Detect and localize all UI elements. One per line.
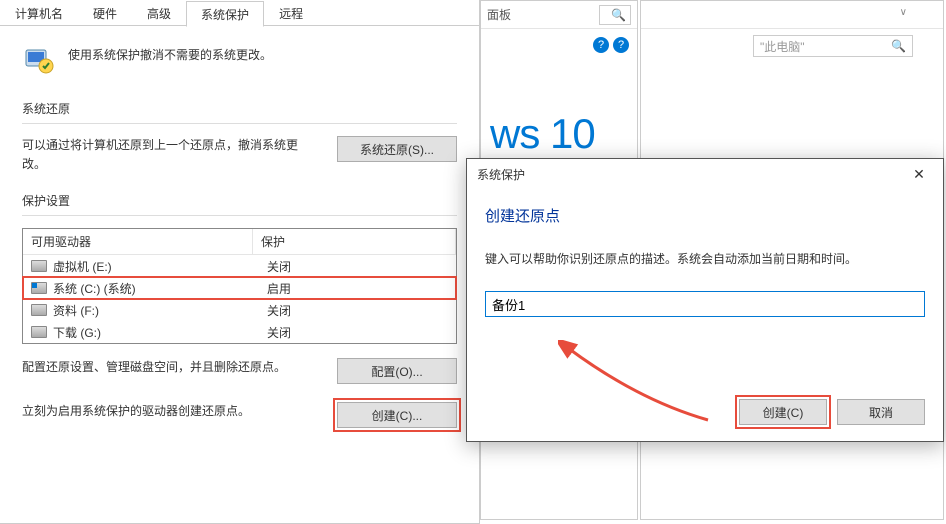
system-restore-section: 系统还原 可以通过将计算机还原到上一个还原点，撤消系统更改。 系统还原(S)..…	[22, 100, 457, 174]
drive-icon	[31, 260, 47, 272]
section-title: 保护设置	[22, 192, 457, 209]
search-icon: 🔍	[611, 8, 626, 22]
create-button[interactable]: 创建(C)	[739, 399, 827, 425]
close-button[interactable]: ✕	[905, 164, 933, 184]
system-protection-icon	[22, 44, 54, 76]
system-properties-dialog: 计算机名 硬件 高级 系统保护 远程 使用系统保护撤消不需要的系统更改。 系统还…	[0, 0, 480, 524]
tab-remote[interactable]: 远程	[264, 0, 318, 26]
windows-10-logo-fragment: ws 10	[490, 110, 595, 158]
drive-row[interactable]: 系统 (C:) (系统) 启用	[23, 277, 456, 299]
drive-name: 虚拟机 (E:)	[53, 258, 267, 275]
configure-description: 配置还原设置、管理磁盘空间，并且删除还原点。	[22, 358, 317, 377]
drive-list[interactable]: 可用驱动器 保护 虚拟机 (E:) 关闭 系统 (C:) (系统) 启用 资料 …	[22, 228, 457, 344]
drive-name: 资料 (F:)	[53, 302, 267, 319]
drive-name: 下载 (G:)	[53, 324, 267, 341]
dialog-description: 键入可以帮助你识别还原点的描述。系统会自动添加当前日期和时间。	[485, 250, 925, 267]
drive-row[interactable]: 下载 (G:) 关闭	[23, 321, 456, 343]
drive-icon	[31, 326, 47, 338]
cancel-button[interactable]: 取消	[837, 399, 925, 425]
drive-status: 关闭	[267, 302, 291, 319]
help-icon[interactable]: ?	[613, 37, 629, 53]
drive-icon	[31, 304, 47, 316]
protection-settings-section: 保护设置 可用驱动器 保护 虚拟机 (E:) 关闭 系统 (C:) (系统) 启…	[22, 192, 457, 428]
dialog-title: 系统保护	[477, 166, 525, 183]
create-restore-point-button[interactable]: 创建(C)...	[337, 402, 457, 428]
tab-strip: 计算机名 硬件 高级 系统保护 远程	[0, 0, 479, 26]
explorer-search-box[interactable]: "此电脑" 🔍	[753, 35, 913, 57]
search-box[interactable]: 🔍	[599, 5, 631, 25]
help-icons: ? ?	[593, 37, 629, 53]
configure-button[interactable]: 配置(O)...	[337, 358, 457, 384]
tab-hardware[interactable]: 硬件	[78, 0, 132, 26]
create-restore-point-dialog: 系统保护 ✕ 创建还原点 键入可以帮助你识别还原点的描述。系统会自动添加当前日期…	[466, 158, 944, 442]
search-icon: 🔍	[891, 39, 906, 53]
restore-description: 可以通过将计算机还原到上一个还原点，撤消系统更改。	[22, 136, 317, 174]
dialog-heading: 创建还原点	[485, 205, 925, 226]
drive-status: 启用	[267, 280, 291, 297]
drive-row[interactable]: 虚拟机 (E:) 关闭	[23, 255, 456, 277]
chevron-down-icon[interactable]: ∨	[900, 7, 907, 18]
intro-text: 使用系统保护撤消不需要的系统更改。	[68, 44, 272, 63]
create-description: 立刻为启用系统保护的驱动器创建还原点。	[22, 402, 317, 421]
section-title: 系统还原	[22, 100, 457, 117]
help-icon[interactable]: ?	[593, 37, 609, 53]
search-placeholder: "此电脑"	[760, 38, 805, 55]
drive-name: 系统 (C:) (系统)	[53, 280, 267, 297]
system-restore-button[interactable]: 系统还原(S)...	[337, 136, 457, 162]
drive-row[interactable]: 资料 (F:) 关闭	[23, 299, 456, 321]
tab-computer-name[interactable]: 计算机名	[0, 0, 78, 26]
title-fragment: 面板	[487, 6, 511, 23]
column-drive[interactable]: 可用驱动器	[23, 229, 253, 254]
tab-advanced[interactable]: 高级	[132, 0, 186, 26]
drive-status: 关闭	[267, 258, 291, 275]
drive-status: 关闭	[267, 324, 291, 341]
drive-icon	[31, 282, 47, 294]
restore-point-name-input[interactable]	[485, 291, 925, 317]
tab-system-protection[interactable]: 系统保护	[186, 1, 264, 27]
column-protection[interactable]: 保护	[253, 229, 456, 254]
